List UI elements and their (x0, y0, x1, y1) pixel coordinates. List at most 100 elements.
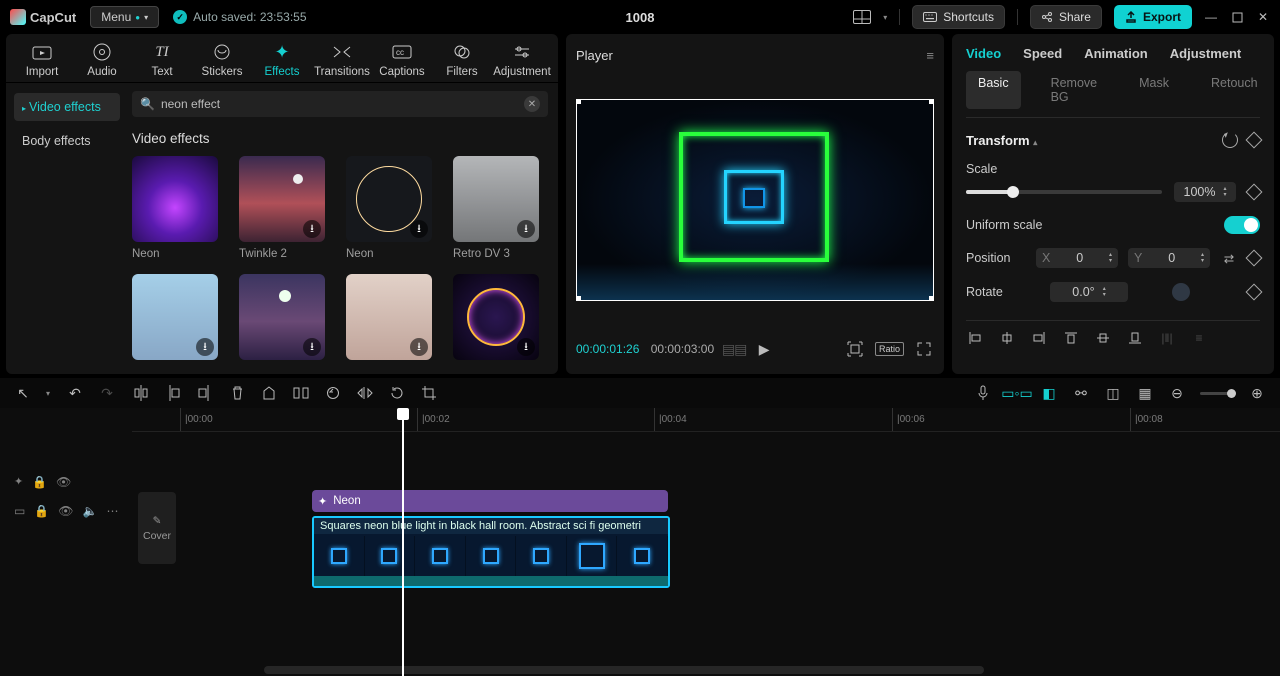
video-clip[interactable]: Squares neon blue light in black hall ro… (312, 516, 670, 588)
tab-adjustment[interactable]: Adjustment (493, 42, 551, 78)
align-bottom-icon[interactable] (1126, 331, 1144, 345)
project-title[interactable]: 1008 (626, 10, 655, 25)
keyframe-icon[interactable] (1246, 132, 1263, 149)
download-icon[interactable]: ⭳ (303, 220, 321, 238)
align-center-v-icon[interactable] (1094, 331, 1112, 345)
align-top-icon[interactable] (1062, 331, 1080, 345)
snap-icon[interactable]: ◫ (1104, 385, 1122, 402)
download-icon[interactable]: ⭳ (517, 220, 535, 238)
download-icon[interactable]: ⭳ (410, 220, 428, 238)
play-button[interactable]: ▶ (754, 339, 774, 359)
rotate-value[interactable]: 0.0°▴▾ (1050, 282, 1128, 302)
subtab-removebg[interactable]: Remove BG (1039, 71, 1110, 109)
video-preview[interactable] (576, 99, 934, 301)
lock-icon[interactable]: 🔒 (32, 475, 47, 489)
rotate-icon[interactable] (388, 386, 406, 400)
download-icon[interactable]: ⭳ (410, 338, 428, 356)
download-icon[interactable]: ⭳ (196, 338, 214, 356)
align-center-h-icon[interactable] (998, 331, 1016, 345)
delete-icon[interactable] (228, 386, 246, 400)
tab-effects[interactable]: ✦Effects (253, 42, 311, 78)
eye-icon[interactable]: 👁 (56, 475, 71, 489)
timeline-tracks[interactable]: ✎ Cover |00:00 |00:02 |00:04 |00:06 |00:… (132, 408, 1280, 676)
tab-animation[interactable]: Animation (1084, 46, 1148, 61)
more-icon[interactable]: ⋯ (106, 504, 118, 518)
subtab-basic[interactable]: Basic (966, 71, 1021, 109)
tab-import[interactable]: Import (13, 42, 71, 78)
link-icon[interactable]: ⚯ (1072, 385, 1090, 402)
video-track-header[interactable]: ▭🔒👁🔈⋯ (0, 498, 132, 570)
reset-transform-icon[interactable] (1222, 132, 1238, 148)
tab-text[interactable]: TIText (133, 42, 191, 78)
align-right-icon[interactable] (1030, 331, 1048, 345)
marker-icon[interactable] (260, 386, 278, 400)
effect-clip[interactable]: ✦ Neon (312, 490, 668, 512)
preview-axis-icon[interactable]: ▦ (1136, 385, 1154, 402)
crop-icon[interactable] (420, 386, 438, 400)
fullscreen-icon[interactable] (914, 339, 934, 359)
compare-icon[interactable]: ▤▤ (724, 339, 744, 359)
layout-icon[interactable] (853, 10, 871, 24)
effect-item[interactable]: Neon (132, 156, 221, 260)
undo-icon[interactable]: ↶ (66, 385, 84, 402)
rotate-dial-icon[interactable] (1172, 283, 1190, 301)
keyframe-icon[interactable] (1246, 250, 1263, 267)
tab-captions[interactable]: ccCaptions (373, 42, 431, 78)
position-y-input[interactable]: Y0▴▾ (1128, 248, 1210, 268)
tab-speed[interactable]: Speed (1023, 46, 1062, 61)
selection-tool-icon[interactable]: ↖ (14, 385, 32, 402)
close-button[interactable]: ✕ (1256, 10, 1270, 24)
scale-value[interactable]: 100%▴▾ (1174, 182, 1236, 202)
magnet-main-icon[interactable]: ▭◦▭ (1008, 385, 1026, 402)
timeline-ruler[interactable]: |00:00 |00:02 |00:04 |00:06 |00:08 (132, 408, 1280, 432)
zoom-slider[interactable] (1200, 392, 1234, 395)
zoom-out-icon[interactable]: ⊖ (1168, 385, 1186, 402)
freeze-icon[interactable] (292, 386, 310, 400)
mute-icon[interactable]: 🔈 (83, 504, 98, 518)
export-button[interactable]: Export (1114, 5, 1192, 29)
download-icon[interactable]: ⭳ (517, 338, 535, 356)
tab-adjustment-insp[interactable]: Adjustment (1170, 46, 1242, 61)
mirror-icon[interactable] (356, 386, 374, 400)
tab-stickers[interactable]: Stickers (193, 42, 251, 78)
effect-item[interactable]: ⭳ (132, 274, 221, 364)
effect-item[interactable]: ⭳ (453, 274, 542, 364)
cover-button[interactable]: ✎ Cover (138, 492, 176, 564)
keyframe-icon[interactable] (1246, 184, 1263, 201)
delete-right-icon[interactable] (196, 385, 214, 401)
eye-icon[interactable]: 👁 (58, 504, 73, 518)
sidebar-item-body-effects[interactable]: Body effects (14, 127, 120, 155)
playhead[interactable] (402, 408, 404, 676)
share-button[interactable]: Share (1030, 5, 1102, 29)
chevron-down-icon[interactable]: ▾ (883, 13, 887, 22)
download-icon[interactable]: ⭳ (303, 338, 321, 356)
player-menu-icon[interactable]: ≡ (926, 48, 934, 63)
delete-left-icon[interactable] (164, 385, 182, 401)
clear-search-icon[interactable]: ✕ (524, 96, 540, 112)
split-icon[interactable] (132, 385, 150, 401)
menu-button[interactable]: Menu ● ▾ (90, 6, 159, 28)
effect-track-header[interactable]: ✦🔒👁 (0, 466, 132, 498)
lock-icon[interactable]: 🔒 (34, 504, 49, 518)
tab-audio[interactable]: Audio (73, 42, 131, 78)
mic-icon[interactable] (974, 385, 992, 401)
tab-video[interactable]: Video (966, 46, 1001, 61)
keyframe-icon[interactable] (1246, 284, 1263, 301)
tab-filters[interactable]: Filters (433, 42, 491, 78)
effect-item[interactable]: ⭳ (239, 274, 328, 364)
effect-item[interactable]: ⭳Neon (346, 156, 435, 260)
effect-item[interactable]: ⭳Twinkle 2 (239, 156, 328, 260)
uniform-scale-toggle[interactable] (1224, 216, 1260, 234)
effects-search[interactable]: 🔍 ✕ (132, 91, 548, 117)
subtab-retouch[interactable]: Retouch (1199, 71, 1270, 109)
sidebar-item-video-effects[interactable]: ▸Video effects (14, 93, 120, 121)
reverse-icon[interactable] (324, 386, 342, 400)
shortcuts-button[interactable]: Shortcuts (912, 5, 1005, 29)
minimize-button[interactable]: — (1204, 10, 1218, 24)
scale-slider[interactable] (966, 190, 1162, 194)
effect-item[interactable]: ⭳ (346, 274, 435, 364)
position-x-input[interactable]: X0▴▾ (1036, 248, 1118, 268)
ratio-button[interactable]: Ratio (875, 342, 904, 356)
search-input[interactable] (161, 97, 518, 111)
effect-item[interactable]: ⭳Retro DV 3 (453, 156, 542, 260)
